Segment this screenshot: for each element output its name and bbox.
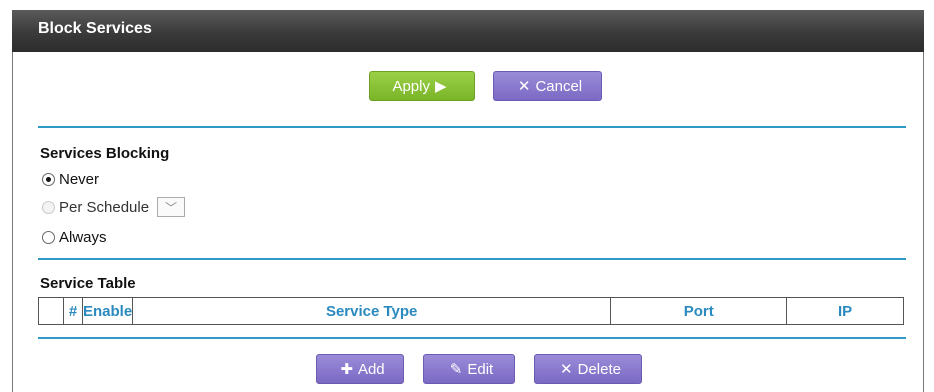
close-icon: ✕ xyxy=(517,78,531,95)
pencil-icon: ✎ xyxy=(449,361,463,378)
plus-icon: ✚ xyxy=(340,361,353,378)
add-button[interactable]: ✚ Add xyxy=(316,354,404,384)
delete-button[interactable]: ✕ Delete xyxy=(534,354,642,384)
col-number: # xyxy=(63,297,83,325)
cancel-button[interactable]: ✕ Cancel xyxy=(493,71,602,101)
col-service-type: Service Type xyxy=(132,297,612,325)
title-bar: Block Services xyxy=(12,10,924,52)
radio-never[interactable] xyxy=(42,173,55,186)
apply-button-label: Apply xyxy=(392,77,430,95)
radio-never-label: Never xyxy=(59,171,100,188)
cancel-button-label: Cancel xyxy=(535,77,583,95)
radio-per-schedule-row[interactable]: Per Schedule ﹀ xyxy=(42,197,186,217)
page-title: Block Services xyxy=(38,20,152,37)
schedule-select[interactable]: ﹀ xyxy=(157,197,186,217)
col-port: Port xyxy=(610,297,788,325)
edit-button[interactable]: ✎ Edit xyxy=(423,354,515,384)
radio-per-schedule[interactable] xyxy=(42,200,55,214)
divider-bottom xyxy=(38,337,906,339)
col-ip: IP xyxy=(786,297,904,325)
divider-top xyxy=(38,126,906,128)
play-arrow-icon: ▶ xyxy=(434,78,447,95)
radio-always[interactable] xyxy=(42,231,55,244)
col-enable: Enable xyxy=(81,297,134,325)
radio-always-row[interactable]: Always xyxy=(42,229,107,246)
col-select xyxy=(38,297,64,325)
radio-per-schedule-label: Per Schedule xyxy=(59,198,150,216)
apply-button[interactable]: Apply ▶ xyxy=(369,71,475,101)
chevron-down-icon: ﹀ xyxy=(165,200,178,215)
close-icon: ✕ xyxy=(560,361,573,378)
delete-button-label: Delete xyxy=(577,360,621,378)
services-blocking-heading: Services Blocking xyxy=(40,145,170,162)
service-table-header-row: # Enable Service Type Port IP xyxy=(38,297,904,325)
add-button-label: Add xyxy=(357,360,385,378)
divider-middle xyxy=(38,258,906,260)
service-table: # Enable Service Type Port IP xyxy=(38,297,904,325)
service-table-heading: Service Table xyxy=(40,275,136,292)
radio-always-label: Always xyxy=(59,229,107,246)
radio-never-row[interactable]: Never xyxy=(42,171,99,188)
edit-button-label: Edit xyxy=(467,360,494,378)
